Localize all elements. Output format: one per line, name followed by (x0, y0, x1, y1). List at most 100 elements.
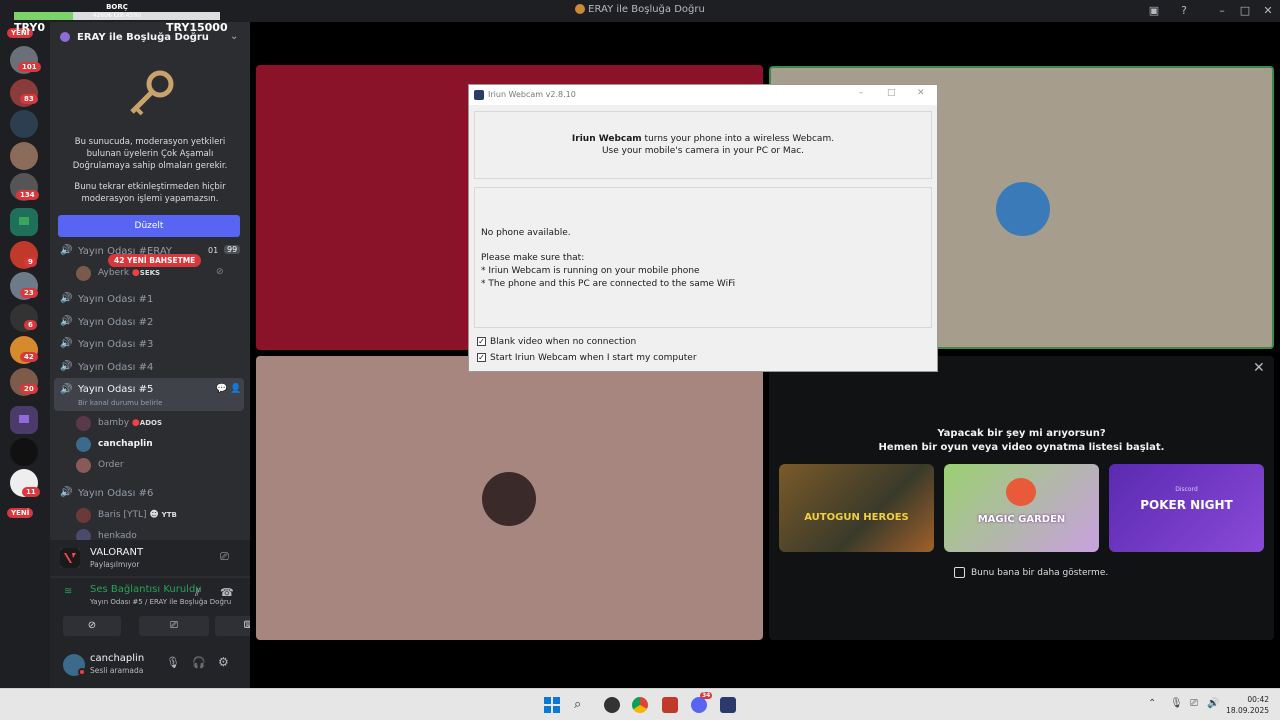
voice-user[interactable]: bamby ●ADOS (76, 414, 240, 434)
screen-share-icon[interactable]: ⎚ (220, 550, 229, 564)
chevron-up-icon[interactable]: ⌃ (1148, 698, 1156, 709)
chat-icon[interactable]: 💬 (216, 384, 227, 394)
voice-user-self[interactable]: canchaplin (76, 435, 240, 455)
debt-overlay: BORÇ 4260₺ (28.45%) TRY0 TRY15000 (0, 0, 230, 34)
voice-channel-6[interactable]: 🔊 Yayın Odası #6 (58, 484, 244, 504)
game-title: MAGIC GARDEN (977, 514, 1066, 525)
voice-channel-4[interactable]: 🔊 Yayın Odası #4 (58, 358, 244, 378)
noise-suppression-icon[interactable]: ⫽ (195, 586, 200, 600)
mention-badge: 134 (16, 190, 39, 200)
maximize-button[interactable]: □ (1237, 3, 1253, 19)
voice-channel-3[interactable]: 🔊 Yayın Odası #3 (58, 335, 244, 355)
debt-max-label: TRY15000 (166, 21, 228, 34)
server-icon[interactable] (10, 438, 38, 466)
edit-button[interactable]: Düzelt (58, 215, 240, 237)
chrome-icon[interactable] (632, 697, 648, 713)
checkbox-checked-icon[interactable]: ✓ (477, 337, 486, 346)
clock[interactable]: 00:42 18.09.2025 (1225, 694, 1269, 716)
game-card-poker-night[interactable]: Discord POKER NIGHT (1109, 464, 1264, 552)
user-count: 01 (208, 246, 219, 255)
avatar (996, 182, 1050, 236)
close-button[interactable]: ✕ (917, 88, 925, 98)
voice-user[interactable]: Baris [YTL] ☻ YTB (76, 506, 240, 526)
channel-sidebar: ERAY ile Boşluğa Doğru ⌄ Bu sunucuda, mo… (50, 22, 287, 688)
settings-gear-icon[interactable]: ⚙ (218, 655, 229, 669)
close-window-button[interactable]: ✕ (1260, 3, 1276, 19)
microphone-icon[interactable]: 🎙 (1170, 698, 1183, 709)
dont-show-checkbox[interactable] (954, 567, 965, 578)
new-mentions-pill[interactable]: 42 YENİ BAHSETME (108, 254, 202, 267)
server-rail: YENİ 101 83 134 9 23 6 42 20 11 YENİ (0, 22, 50, 688)
share-status: Paylaşılmıyor (90, 560, 140, 569)
activity-panel: VALORANT Paylaşılmıyor ⎚ (50, 540, 250, 576)
help-icon[interactable]: ? (1176, 3, 1192, 19)
maximize-button[interactable]: □ (887, 88, 896, 98)
headphones-icon[interactable]: 🎧 (192, 656, 206, 669)
game-name: VALORANT (90, 547, 144, 558)
avatar (76, 266, 91, 281)
voice-status[interactable]: Ses Bağlantısı Kuruldu (90, 584, 202, 595)
voice-channel-2[interactable]: 🔊 Yayın Odası #2 (58, 313, 244, 333)
server-icon[interactable] (10, 110, 38, 138)
video-tile[interactable] (256, 356, 763, 640)
valorant-icon (60, 548, 80, 568)
new-unreads-pill[interactable]: YENİ (7, 508, 34, 518)
minimize-button[interactable]: – (859, 88, 864, 98)
speaker-icon: 🔊 (60, 487, 73, 498)
iriun-app-icon (474, 90, 484, 100)
disconnect-icon[interactable]: ☎ (220, 586, 234, 599)
voice-user[interactable]: henkado (76, 527, 240, 541)
channel-name: Yayın Odası #5 (78, 384, 154, 395)
dialog-title: Iriun Webcam v2.8.10 (488, 90, 576, 99)
app-icon[interactable] (604, 697, 620, 713)
checkbox-checked-icon[interactable]: ✓ (477, 353, 486, 362)
username[interactable]: canchaplin (90, 653, 144, 664)
mfa-notice: Bu sunucuda, moderasyon yetkileri buluna… (72, 137, 228, 171)
iriun-webcam-dialog: Iriun Webcam v2.8.10 – □ ✕ Iriun Webcam … (468, 84, 938, 372)
avatar (76, 508, 91, 523)
server-folder-icon[interactable] (10, 208, 38, 236)
mention-badge: 11 (22, 487, 40, 497)
mention-badge: 6 (24, 320, 37, 330)
search-icon[interactable]: ⌕ (574, 697, 590, 713)
invite-icon[interactable]: 👤 (230, 384, 241, 394)
server-folder-icon[interactable] (10, 406, 38, 434)
mention-badge: 23 (20, 288, 38, 298)
discord-icon[interactable]: 34 (691, 692, 713, 713)
debt-min-label: TRY0 (14, 21, 45, 34)
camera-off-button[interactable]: ⊘ (63, 616, 121, 636)
mention-badge: 9 (24, 257, 37, 267)
app-icon[interactable] (662, 697, 678, 713)
screen-share-button[interactable]: ⎚ (139, 616, 209, 636)
voice-channel-1[interactable]: 🔊 Yayın Odası #1 (58, 290, 244, 310)
voice-user[interactable]: Ayberk ●SEKS ⊘ (76, 264, 240, 284)
game-card-autogun-heroes[interactable]: AUTOGUN HEROES (779, 464, 934, 552)
camera-off-icon: ⊘ (87, 620, 97, 631)
dont-show-again[interactable]: Bunu bana bir daha gösterme. (954, 567, 1108, 578)
voice-user[interactable]: Order (76, 456, 240, 476)
autostart-option[interactable]: ✓ Start Iriun Webcam when I start my comp… (477, 353, 697, 363)
iriun-webcam-icon[interactable] (720, 697, 736, 713)
voice-channel-5-active[interactable]: 🔊 Yayın Odası #5 Bir kanal durumu belirl… (54, 378, 244, 411)
signal-icon[interactable]: ≋ (64, 586, 72, 597)
game-title: POKER NIGHT (1140, 498, 1233, 512)
mention-badge: 101 (18, 62, 41, 72)
microphone-icon[interactable]: 🎙 (166, 656, 180, 669)
minimize-button[interactable]: – (1214, 3, 1230, 19)
requirement-1: * Iriun Webcam is running on your mobile… (481, 266, 700, 276)
game-card-magic-garden[interactable]: MAGIC GARDEN (944, 464, 1099, 552)
dialog-status-panel: No phone available. Please make sure tha… (474, 187, 932, 328)
channel-status[interactable]: Bir kanal durumu belirle (78, 399, 162, 407)
server-icon[interactable] (10, 142, 38, 170)
volume-icon[interactable]: 🔊 (1207, 698, 1219, 709)
debt-label: BORÇ (106, 3, 128, 11)
display-icon[interactable]: ⎚ (1190, 698, 1198, 709)
voice-location[interactable]: Yayın Odası #5 / ERAY ile Boşluğa Doğru (90, 598, 231, 606)
inbox-icon[interactable]: ▣ (1146, 3, 1162, 19)
game-title: AUTOGUN HEROES (804, 512, 909, 523)
close-icon[interactable]: ✕ (1253, 360, 1265, 376)
windows-start-icon[interactable] (544, 697, 560, 713)
mention-badge: 20 (20, 384, 38, 394)
blank-video-option[interactable]: ✓ Blank video when no connection (477, 337, 636, 347)
speaker-icon: 🔊 (60, 361, 73, 372)
